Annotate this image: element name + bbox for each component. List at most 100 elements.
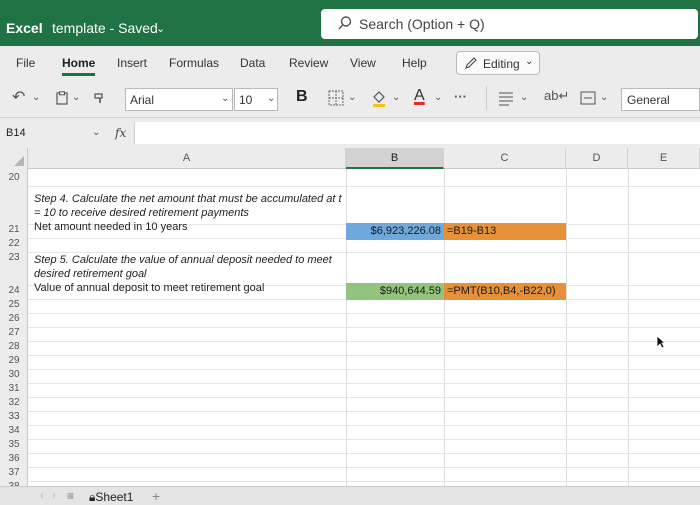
row-header[interactable]: 24 — [0, 285, 28, 296]
row-header[interactable]: 32 — [0, 397, 28, 408]
row-header[interactable]: 30 — [0, 369, 28, 380]
select-all-corner[interactable] — [0, 148, 28, 169]
fill-color-dropdown-chevron-icon[interactable]: ⌄ — [392, 92, 400, 103]
merge-dropdown-chevron-icon[interactable]: ⌄ — [600, 92, 608, 103]
editing-mode-button[interactable]: Editing ⌄ — [456, 51, 540, 75]
spreadsheet-grid[interactable]: A B C D E 20 21 22 23 24 25 26 27 28 29 … — [0, 148, 700, 486]
mouse-cursor-icon — [656, 335, 666, 349]
prev-sheet-icon[interactable]: ‹ — [40, 490, 44, 502]
name-box-value: B14 — [6, 127, 26, 139]
chevron-down-icon: ⌄ — [525, 56, 534, 67]
tab-formulas[interactable]: Formulas — [169, 56, 219, 70]
name-box[interactable]: B14 ⌄ — [0, 122, 104, 144]
formula-bar: B14 ⌄ fx — [0, 118, 700, 148]
fill-color-icon[interactable] — [370, 89, 388, 107]
chevron-down-icon[interactable]: ⌄ — [156, 22, 165, 35]
row-header[interactable]: 28 — [0, 341, 28, 352]
cell-c22[interactable]: =B19-B13 — [444, 223, 566, 240]
cell-b22[interactable]: $6,923,226.08 — [346, 223, 444, 240]
row-header[interactable]: 34 — [0, 425, 28, 436]
cell-a24-line1[interactable]: Step 5. Calculate the value of annual de… — [34, 254, 332, 266]
row-header[interactable]: 26 — [0, 313, 28, 324]
format-painter-icon[interactable] — [92, 90, 108, 106]
column-header-d[interactable]: D — [566, 148, 628, 169]
clipboard-dropdown-chevron-icon[interactable]: ⌄ — [72, 92, 80, 103]
row-header[interactable]: 33 — [0, 411, 28, 422]
tab-file[interactable]: File — [16, 56, 35, 70]
row-header[interactable]: 20 — [0, 169, 28, 186]
sheet-tab-sheet1[interactable]: 🔒︎Sheet1 — [89, 490, 133, 505]
column-header-b[interactable]: B — [346, 148, 444, 169]
sheet-tab-bar: ‹ › ≡ 🔒︎Sheet1 + — [0, 486, 700, 505]
wrap-text-icon[interactable]: ab↵ — [544, 88, 569, 104]
row-header[interactable]: 37 — [0, 467, 28, 478]
row-gridline — [28, 327, 700, 328]
font-color-button[interactable]: A — [414, 87, 425, 105]
number-format-select[interactable]: General — [621, 88, 700, 111]
row-header[interactable]: 22 — [0, 238, 28, 249]
row-gridline — [28, 425, 700, 426]
row-header[interactable]: 25 — [0, 299, 28, 310]
undo-icon[interactable]: ↶ — [12, 87, 25, 107]
column-header-e[interactable]: E — [628, 148, 700, 169]
home-toolbar: ↶ ⌄ ⌄ Arial ⌄ 10 ⌄ B ⌄ ⌄ A ⌄ ··· ⌄ ab↵ ⌄… — [0, 80, 700, 118]
font-name-select[interactable]: Arial ⌄ — [125, 88, 233, 111]
function-icon[interactable]: fx — [115, 126, 126, 140]
row-header[interactable]: 21 — [0, 224, 28, 235]
bold-button[interactable]: B — [296, 88, 308, 106]
column-headers: A B C D E — [0, 148, 700, 169]
tab-view[interactable]: View — [350, 56, 376, 70]
search-input[interactable]: Search (Option + Q) — [321, 9, 698, 39]
document-title[interactable]: template - Saved — [52, 20, 158, 36]
undo-dropdown-chevron-icon[interactable]: ⌄ — [32, 92, 40, 103]
search-placeholder: Search (Option + Q) — [359, 16, 485, 32]
number-format-value: General — [627, 93, 670, 107]
cell-a21-line2[interactable]: = 10 to receive desired retirement payme… — [34, 207, 249, 219]
row-header[interactable]: 23 — [0, 252, 28, 263]
borders-dropdown-chevron-icon[interactable]: ⌄ — [348, 92, 356, 103]
cell-a24-line2[interactable]: desired retirement goal — [34, 268, 147, 280]
row-gridline — [28, 313, 700, 314]
row-header[interactable]: 31 — [0, 383, 28, 394]
row-header[interactable]: 27 — [0, 327, 28, 338]
borders-icon[interactable] — [328, 90, 344, 106]
formula-input[interactable] — [134, 122, 700, 144]
cell-a25[interactable]: Value of annual deposit to meet retireme… — [34, 282, 264, 294]
editing-label: Editing — [483, 57, 520, 71]
add-sheet-button[interactable]: + — [152, 488, 160, 504]
cell-b25[interactable]: $940,644.59 — [346, 283, 444, 300]
merge-cells-icon[interactable] — [580, 90, 596, 106]
column-header-c[interactable]: C — [444, 148, 566, 169]
row-gridline — [28, 341, 700, 342]
column-header-a[interactable]: A — [28, 148, 346, 169]
app-name: Excel — [6, 20, 43, 36]
clipboard-icon[interactable] — [55, 91, 69, 105]
cell-c25[interactable]: =PMT(B10,B4,-B22,0) — [444, 283, 566, 300]
row-gridline — [28, 383, 700, 384]
font-size-value: 10 — [239, 93, 253, 107]
cell-a21-line1[interactable]: Step 4. Calculate the net amount that mu… — [34, 193, 342, 205]
align-dropdown-chevron-icon[interactable]: ⌄ — [520, 92, 528, 103]
row-header[interactable]: 29 — [0, 355, 28, 366]
tab-help[interactable]: Help — [402, 56, 427, 70]
row-header[interactable]: 35 — [0, 439, 28, 450]
all-sheets-menu-icon[interactable]: ≡ — [67, 489, 74, 503]
chevron-down-icon: ⌄ — [92, 127, 101, 138]
tab-insert[interactable]: Insert — [117, 56, 147, 70]
cell-a22[interactable]: Net amount needed in 10 years — [34, 221, 188, 233]
align-icon[interactable] — [498, 90, 514, 106]
row-gridline — [28, 369, 700, 370]
row-gridline — [28, 397, 700, 398]
tab-data[interactable]: Data — [240, 56, 265, 70]
row-gridline — [28, 467, 700, 468]
font-size-select[interactable]: 10 ⌄ — [234, 88, 278, 111]
row-gridline — [28, 453, 700, 454]
toolbar-divider — [486, 86, 487, 110]
next-sheet-icon[interactable]: › — [52, 490, 56, 502]
row-gridline — [28, 186, 700, 187]
font-color-dropdown-chevron-icon[interactable]: ⌄ — [434, 92, 442, 103]
row-header[interactable]: 36 — [0, 453, 28, 464]
more-options-icon[interactable]: ··· — [454, 89, 467, 104]
tab-home[interactable]: Home — [62, 56, 96, 76]
tab-review[interactable]: Review — [289, 56, 328, 70]
